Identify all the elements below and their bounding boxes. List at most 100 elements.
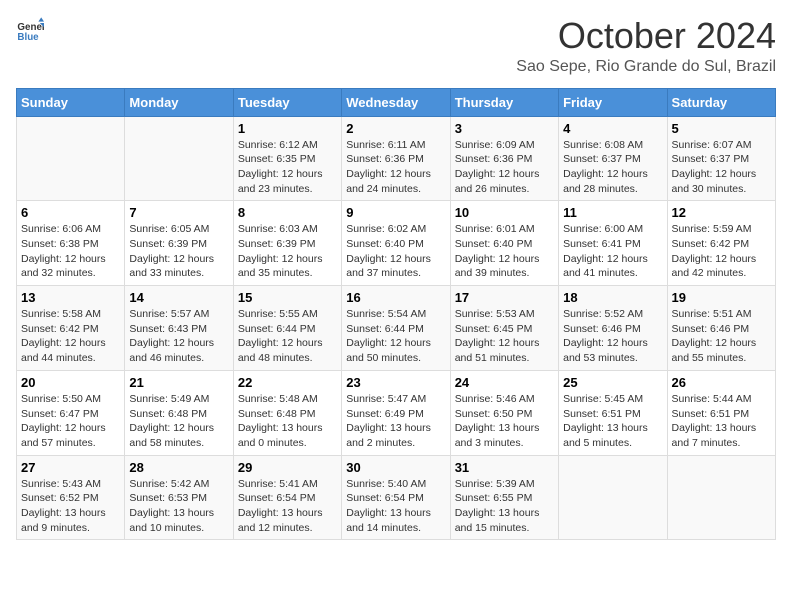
calendar-cell: 11 Sunrise: 6:00 AMSunset: 6:41 PMDayligh… (559, 201, 667, 286)
day-info: Sunrise: 6:00 AMSunset: 6:41 PMDaylight:… (563, 222, 662, 281)
day-number: 14 (129, 290, 228, 305)
day-number: 5 (672, 121, 771, 136)
day-number: 18 (563, 290, 662, 305)
day-info: Sunrise: 5:47 AMSunset: 6:49 PMDaylight:… (346, 392, 445, 451)
main-title: October 2024 (516, 16, 776, 56)
day-info: Sunrise: 5:53 AMSunset: 6:45 PMDaylight:… (455, 307, 554, 366)
day-number: 3 (455, 121, 554, 136)
day-number: 20 (21, 375, 120, 390)
day-number: 31 (455, 460, 554, 475)
header-friday: Friday (559, 88, 667, 116)
calendar-cell: 25 Sunrise: 5:45 AMSunset: 6:51 PMDayligh… (559, 370, 667, 455)
day-info: Sunrise: 6:07 AMSunset: 6:37 PMDaylight:… (672, 138, 771, 197)
day-number: 4 (563, 121, 662, 136)
calendar-cell (125, 116, 233, 201)
header-tuesday: Tuesday (233, 88, 341, 116)
day-number: 22 (238, 375, 337, 390)
calendar-cell (559, 455, 667, 540)
day-info: Sunrise: 6:06 AMSunset: 6:38 PMDaylight:… (21, 222, 120, 281)
day-info: Sunrise: 5:51 AMSunset: 6:46 PMDaylight:… (672, 307, 771, 366)
day-number: 12 (672, 205, 771, 220)
calendar-cell (667, 455, 775, 540)
week-row-4: 20 Sunrise: 5:50 AMSunset: 6:47 PMDayligh… (17, 370, 776, 455)
day-info: Sunrise: 5:46 AMSunset: 6:50 PMDaylight:… (455, 392, 554, 451)
day-info: Sunrise: 5:48 AMSunset: 6:48 PMDaylight:… (238, 392, 337, 451)
week-row-5: 27 Sunrise: 5:43 AMSunset: 6:52 PMDayligh… (17, 455, 776, 540)
day-info: Sunrise: 5:45 AMSunset: 6:51 PMDaylight:… (563, 392, 662, 451)
day-info: Sunrise: 5:49 AMSunset: 6:48 PMDaylight:… (129, 392, 228, 451)
day-number: 6 (21, 205, 120, 220)
calendar-cell: 31 Sunrise: 5:39 AMSunset: 6:55 PMDayligh… (450, 455, 558, 540)
day-number: 9 (346, 205, 445, 220)
day-info: Sunrise: 5:57 AMSunset: 6:43 PMDaylight:… (129, 307, 228, 366)
day-info: Sunrise: 5:58 AMSunset: 6:42 PMDaylight:… (21, 307, 120, 366)
calendar-cell: 10 Sunrise: 6:01 AMSunset: 6:40 PMDayligh… (450, 201, 558, 286)
calendar-cell: 7 Sunrise: 6:05 AMSunset: 6:39 PMDaylight… (125, 201, 233, 286)
week-row-1: 1Sunrise: 6:12 AMSunset: 6:35 PMDaylight… (17, 116, 776, 201)
day-info: Sunrise: 5:44 AMSunset: 6:51 PMDaylight:… (672, 392, 771, 451)
day-number: 24 (455, 375, 554, 390)
day-number: 26 (672, 375, 771, 390)
calendar-cell: 15Sunrise: 5:55 AMSunset: 6:44 PMDayligh… (233, 286, 341, 371)
week-row-2: 6 Sunrise: 6:06 AMSunset: 6:38 PMDaylight… (17, 201, 776, 286)
day-number: 25 (563, 375, 662, 390)
calendar-cell: 1Sunrise: 6:12 AMSunset: 6:35 PMDaylight… (233, 116, 341, 201)
day-info: Sunrise: 5:59 AMSunset: 6:42 PMDaylight:… (672, 222, 771, 281)
day-info: Sunrise: 6:05 AMSunset: 6:39 PMDaylight:… (129, 222, 228, 281)
header-sunday: Sunday (17, 88, 125, 116)
calendar-cell: 19 Sunrise: 5:51 AMSunset: 6:46 PMDayligh… (667, 286, 775, 371)
logo: General Blue (16, 16, 44, 44)
day-number: 17 (455, 290, 554, 305)
subtitle: Sao Sepe, Rio Grande do Sul, Brazil (516, 58, 776, 76)
calendar-cell: 29 Sunrise: 5:41 AMSunset: 6:54 PMDayligh… (233, 455, 341, 540)
title-section: October 2024 Sao Sepe, Rio Grande do Sul… (516, 16, 776, 76)
day-info: Sunrise: 5:54 AMSunset: 6:44 PMDaylight:… (346, 307, 445, 366)
calendar-cell: 3 Sunrise: 6:09 AMSunset: 6:36 PMDaylight… (450, 116, 558, 201)
day-number: 11 (563, 205, 662, 220)
calendar-cell: 13Sunrise: 5:58 AMSunset: 6:42 PMDayligh… (17, 286, 125, 371)
day-number: 19 (672, 290, 771, 305)
calendar-cell: 16Sunrise: 5:54 AMSunset: 6:44 PMDayligh… (342, 286, 450, 371)
calendar-header-row: SundayMondayTuesdayWednesdayThursdayFrid… (17, 88, 776, 116)
day-number: 28 (129, 460, 228, 475)
day-number: 27 (21, 460, 120, 475)
page-header: General Blue October 2024 Sao Sepe, Rio … (16, 16, 776, 76)
calendar-table: SundayMondayTuesdayWednesdayThursdayFrid… (16, 88, 776, 541)
calendar-cell: 9 Sunrise: 6:02 AMSunset: 6:40 PMDaylight… (342, 201, 450, 286)
day-info: Sunrise: 5:43 AMSunset: 6:52 PMDaylight:… (21, 477, 120, 536)
day-number: 1 (238, 121, 337, 136)
week-row-3: 13Sunrise: 5:58 AMSunset: 6:42 PMDayligh… (17, 286, 776, 371)
calendar-cell: 4Sunrise: 6:08 AMSunset: 6:37 PMDaylight… (559, 116, 667, 201)
day-info: Sunrise: 5:50 AMSunset: 6:47 PMDaylight:… (21, 392, 120, 451)
day-info: Sunrise: 5:55 AMSunset: 6:44 PMDaylight:… (238, 307, 337, 366)
calendar-cell: 22 Sunrise: 5:48 AMSunset: 6:48 PMDayligh… (233, 370, 341, 455)
header-wednesday: Wednesday (342, 88, 450, 116)
day-number: 30 (346, 460, 445, 475)
header-thursday: Thursday (450, 88, 558, 116)
day-info: Sunrise: 6:11 AMSunset: 6:36 PMDaylight:… (346, 138, 445, 197)
day-info: Sunrise: 5:52 AMSunset: 6:46 PMDaylight:… (563, 307, 662, 366)
calendar-cell: 23Sunrise: 5:47 AMSunset: 6:49 PMDayligh… (342, 370, 450, 455)
svg-text:Blue: Blue (17, 32, 39, 43)
calendar-cell: 5 Sunrise: 6:07 AMSunset: 6:37 PMDaylight… (667, 116, 775, 201)
calendar-cell: 20 Sunrise: 5:50 AMSunset: 6:47 PMDayligh… (17, 370, 125, 455)
calendar-cell: 2Sunrise: 6:11 AMSunset: 6:36 PMDaylight… (342, 116, 450, 201)
day-number: 10 (455, 205, 554, 220)
calendar-cell: 21 Sunrise: 5:49 AMSunset: 6:48 PMDayligh… (125, 370, 233, 455)
header-saturday: Saturday (667, 88, 775, 116)
day-number: 7 (129, 205, 228, 220)
calendar-cell: 6 Sunrise: 6:06 AMSunset: 6:38 PMDaylight… (17, 201, 125, 286)
day-info: Sunrise: 5:42 AMSunset: 6:53 PMDaylight:… (129, 477, 228, 536)
day-number: 21 (129, 375, 228, 390)
calendar-cell: 17 Sunrise: 5:53 AMSunset: 6:45 PMDayligh… (450, 286, 558, 371)
day-info: Sunrise: 6:02 AMSunset: 6:40 PMDaylight:… (346, 222, 445, 281)
day-number: 8 (238, 205, 337, 220)
day-info: Sunrise: 5:39 AMSunset: 6:55 PMDaylight:… (455, 477, 554, 536)
calendar-cell: 18 Sunrise: 5:52 AMSunset: 6:46 PMDayligh… (559, 286, 667, 371)
header-monday: Monday (125, 88, 233, 116)
day-info: Sunrise: 5:41 AMSunset: 6:54 PMDaylight:… (238, 477, 337, 536)
calendar-cell: 28 Sunrise: 5:42 AMSunset: 6:53 PMDayligh… (125, 455, 233, 540)
day-info: Sunrise: 6:09 AMSunset: 6:36 PMDaylight:… (455, 138, 554, 197)
day-number: 29 (238, 460, 337, 475)
day-info: Sunrise: 6:01 AMSunset: 6:40 PMDaylight:… (455, 222, 554, 281)
